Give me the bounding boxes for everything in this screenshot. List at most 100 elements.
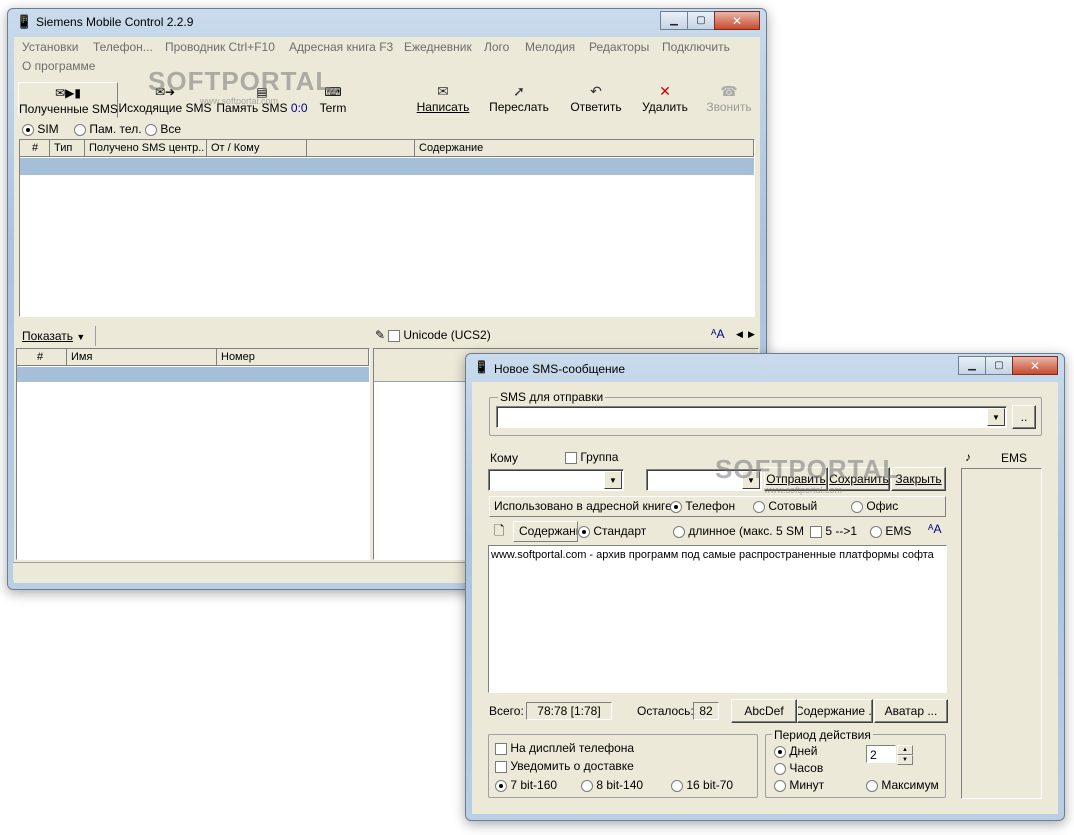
period-max-radio[interactable] <box>866 779 878 792</box>
group-option[interactable]: Группа <box>565 450 618 464</box>
storage-all[interactable]: Все <box>145 122 181 136</box>
dialog-close-icon[interactable]: ✕ <box>1012 356 1058 375</box>
contacts-selected-row[interactable] <box>17 367 369 382</box>
reply-button[interactable]: ↶ Ответить <box>568 82 624 116</box>
period-hours[interactable]: Часов <box>774 761 823 775</box>
delete-button[interactable]: ✕ Удалить <box>640 82 690 116</box>
period-minutes-radio[interactable] <box>774 779 786 792</box>
sms-to-send-combo[interactable]: ▼ <box>496 406 1007 428</box>
unicode-option[interactable]: Unicode (UCS2) <box>388 328 491 342</box>
chevron-down-icon[interactable]: ▼ <box>987 408 1005 426</box>
used-phone-option[interactable]: Телефон <box>670 499 735 513</box>
period-days[interactable]: Дней <box>774 744 817 758</box>
format-standard[interactable]: Стандарт <box>578 524 646 538</box>
ems-radio[interactable] <box>870 525 882 538</box>
display-on-phone-checkbox[interactable] <box>495 742 507 755</box>
insert-content-button[interactable]: Содержание .. <box>797 699 873 723</box>
ems-objects-panel[interactable] <box>961 468 1042 799</box>
main-titlebar[interactable]: 📱 Siemens Mobile Control 2.2.9 ▁ ▢ ✕ <box>8 9 766 35</box>
col-sms-center[interactable]: Получено SMS центр.. <box>85 140 207 157</box>
minimize-icon[interactable]: ▁ <box>660 11 688 30</box>
phone-memory-radio[interactable] <box>74 123 86 136</box>
sim-radio[interactable] <box>22 123 34 136</box>
used-phone-radio[interactable] <box>670 500 682 513</box>
format-long[interactable]: длинное (макс. 5 SM <box>673 524 804 538</box>
encoding-7bit-radio[interactable] <box>495 779 507 792</box>
menu-editors[interactable]: Редакторы <box>589 40 649 54</box>
delivery-report-checkbox[interactable] <box>495 760 507 773</box>
delete-icon: ✕ <box>659 83 671 99</box>
menu-about[interactable]: О программе <box>22 59 95 73</box>
browse-button[interactable]: .. <box>1012 405 1036 429</box>
new-document-icon[interactable]: 🗋 <box>494 522 504 544</box>
scroll-left-icon[interactable]: ◀ <box>736 329 743 340</box>
call-button[interactable]: ☎ Звонить <box>704 82 754 116</box>
all-radio[interactable] <box>145 123 157 136</box>
standard-radio[interactable] <box>578 525 590 538</box>
dialog-maximize-icon[interactable]: ▢ <box>985 356 1013 375</box>
period-max[interactable]: Максимум <box>866 778 939 792</box>
period-hours-radio[interactable] <box>774 762 786 775</box>
menu-addressbook[interactable]: Адресная книга F3 <box>289 40 393 54</box>
used-office-radio[interactable] <box>851 500 863 513</box>
menu-organizer[interactable]: Ежедневник <box>404 40 472 54</box>
font-size-icon[interactable]: ᴬA <box>711 327 724 341</box>
recipient-combo[interactable]: ▼ <box>488 469 624 491</box>
menu-connect[interactable]: Подключить <box>662 40 730 54</box>
delivery-report-option[interactable]: Уведомить о доставке <box>495 759 634 773</box>
dialog-font-icon[interactable]: ᴬA <box>928 522 941 536</box>
encoding-8bit[interactable]: 8 bit-140 <box>581 778 643 792</box>
period-value-input[interactable]: 2 <box>866 745 896 763</box>
maximize-icon[interactable]: ▢ <box>687 11 715 30</box>
spinner-down-icon[interactable]: ▼ <box>897 755 913 765</box>
col-from-to[interactable]: От / Кому <box>207 140 307 157</box>
dialog-titlebar[interactable]: 📱 Новое SMS-сообщение ▁ ▢ ✕ <box>466 354 1064 380</box>
contacts-col-name[interactable]: Имя <box>67 349 217 366</box>
period-days-radio[interactable] <box>774 745 786 758</box>
contacts-col-phone[interactable]: Номер <box>217 349 369 366</box>
storage-sim[interactable]: SIM <box>22 122 59 136</box>
recipient-chevron-icon[interactable]: ▼ <box>604 471 622 489</box>
contacts-list[interactable]: # Имя Номер <box>16 348 370 560</box>
show-dropdown[interactable]: Показать ▼ <box>22 329 85 343</box>
used-mobile-option[interactable]: Сотовый <box>753 499 817 513</box>
encoding-8bit-radio[interactable] <box>581 779 593 792</box>
format-ems[interactable]: EMS <box>870 524 911 538</box>
col-content[interactable]: Содержание <box>415 140 754 157</box>
display-on-phone-option[interactable]: На дисплей телефона <box>495 741 634 755</box>
used-office-option[interactable]: Офис <box>851 499 898 513</box>
col-type[interactable]: Тип <box>50 140 85 157</box>
scroll-right-icon[interactable]: ▶ <box>748 329 755 340</box>
period-minutes[interactable]: Минут <box>774 778 824 792</box>
used-mobile-radio[interactable] <box>753 500 765 513</box>
five-to-one-option[interactable]: 5 -->1 <box>810 524 857 538</box>
group-checkbox[interactable] <box>565 451 577 464</box>
col-blank[interactable] <box>307 140 415 157</box>
abcdef-button[interactable]: AbcDef <box>731 699 797 723</box>
menu-explorer[interactable]: Проводник Ctrl+F10 <box>165 40 275 54</box>
compose-button[interactable]: ✉ Написать <box>415 82 471 116</box>
encoding-16bit-radio[interactable] <box>671 779 683 792</box>
long-radio[interactable] <box>673 525 685 538</box>
content-tab[interactable]: Содержание <box>513 521 578 542</box>
menu-logo[interactable]: Лого <box>484 40 509 54</box>
sms-list[interactable]: # Тип Получено SMS центр.. От / Кому Сод… <box>19 139 755 317</box>
encoding-16bit[interactable]: 16 bit-70 <box>671 778 733 792</box>
forward-button[interactable]: ➚ Переслать <box>488 82 550 116</box>
avatar-button[interactable]: Аватар ... <box>874 699 948 723</box>
unicode-checkbox[interactable] <box>388 329 400 342</box>
spinner-up-icon[interactable]: ▲ <box>897 745 913 755</box>
tab-received-sms[interactable]: ✉▶▮ Полученные SMS <box>18 82 118 118</box>
selected-row[interactable] <box>20 158 754 175</box>
menu-settings[interactable]: Установки <box>22 40 78 54</box>
storage-phone[interactable]: Пам. тел. <box>74 122 142 136</box>
five-to-one-checkbox[interactable] <box>810 525 822 538</box>
close-icon[interactable]: ✕ <box>714 11 760 30</box>
encoding-7bit[interactable]: 7 bit-160 <box>495 778 557 792</box>
dialog-minimize-icon[interactable]: ▁ <box>958 356 986 375</box>
menu-phone[interactable]: Телефон... <box>93 40 153 54</box>
contacts-col-number[interactable]: # <box>17 349 67 366</box>
menu-melody[interactable]: Мелодия <box>525 40 575 54</box>
message-textarea[interactable]: www.softportal.com - архив программ под … <box>488 545 947 693</box>
col-number[interactable]: # <box>20 140 50 157</box>
